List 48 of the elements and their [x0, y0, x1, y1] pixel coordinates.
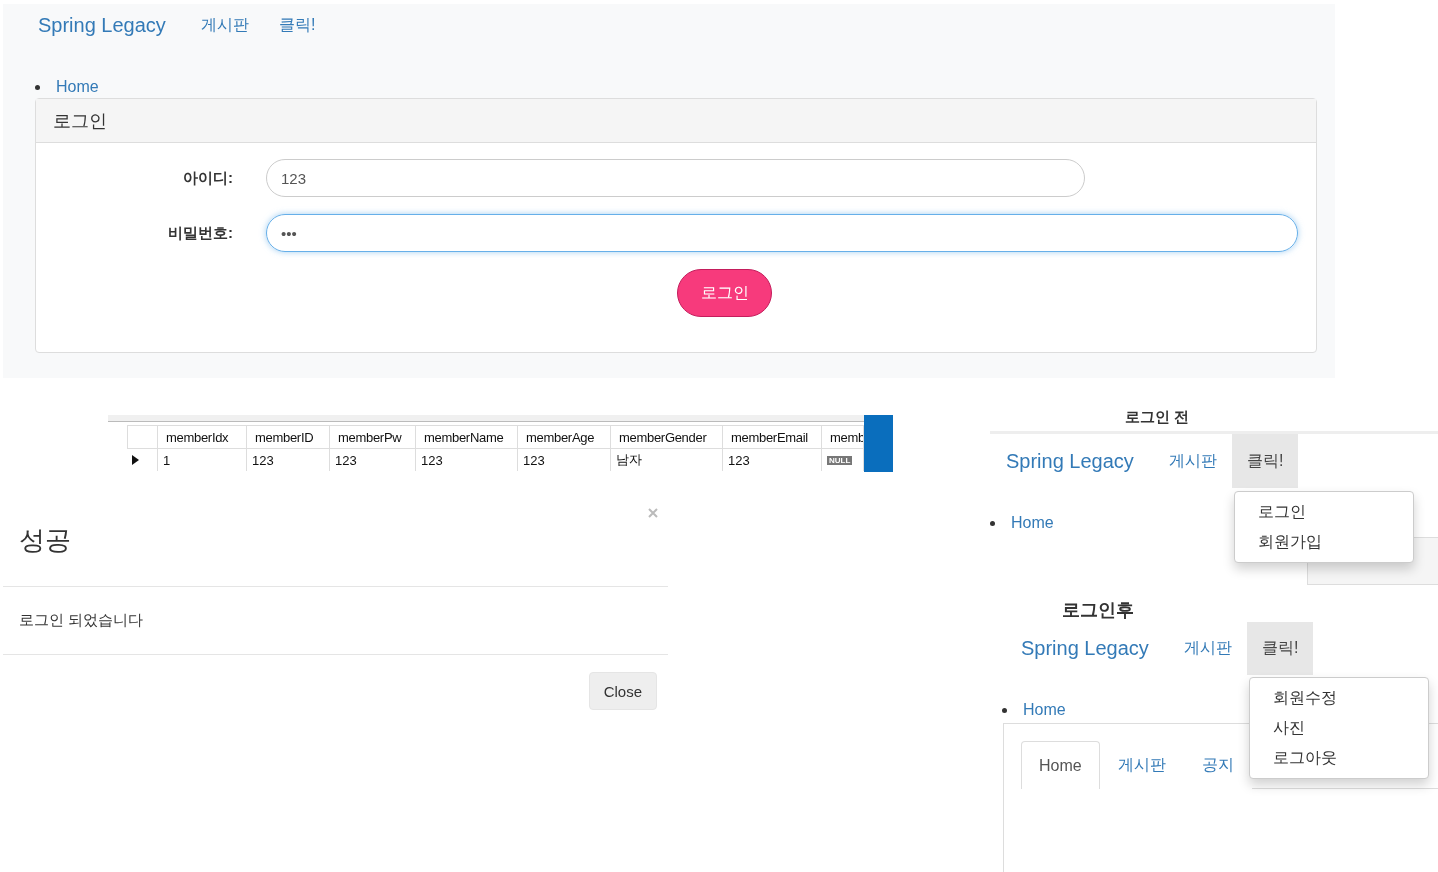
table-cell: 123 [523, 452, 545, 468]
column-header: memberPw [330, 425, 416, 449]
field-label: 아이디: [182, 168, 233, 188]
field-label: 비밀번호: [167, 223, 233, 243]
section-heading: 로그인 전 [1124, 406, 1191, 427]
menu-item[interactable]: 회원가입 [1235, 527, 1413, 557]
bullet-icon [1002, 707, 1007, 713]
modal-title: 성공 [19, 523, 71, 557]
bullet-icon [990, 520, 995, 526]
table-cell: 남자 [616, 451, 642, 469]
section-heading: 로그인후 [1061, 599, 1135, 622]
column-header: memberGender [611, 425, 723, 449]
bullet-icon [35, 84, 40, 90]
table-cell: 123 [728, 452, 750, 468]
nav-link[interactable]: 클릭! [1231, 434, 1299, 488]
column-header: memberEmail [723, 425, 822, 449]
side-panel [864, 415, 893, 472]
modal-message: 로그인 되었습니다 [3, 587, 668, 655]
brand-link[interactable]: Spring Legacy [1021, 622, 1149, 675]
column-header: memberID [247, 425, 330, 449]
card-title: 로그인 [36, 99, 1316, 143]
column-header: memberIdx [158, 425, 247, 449]
nav-link[interactable]: 게시판 [185, 4, 264, 46]
home-link[interactable]: Home [1011, 514, 1054, 532]
nav-link[interactable]: 클릭! [263, 4, 331, 46]
null-badge: NULL [827, 455, 853, 465]
column-header: memberName [416, 425, 518, 449]
nav-link[interactable]: 게시판 [1168, 622, 1247, 675]
table-cell: 123 [335, 452, 357, 468]
nav-link[interactable]: 클릭! [1246, 622, 1314, 675]
brand-link[interactable]: Spring Legacy [1006, 434, 1134, 488]
menu-item[interactable]: 로그인 [1235, 497, 1413, 527]
row-pointer-icon [132, 455, 139, 465]
menu-item[interactable]: 회원수정 [1250, 683, 1428, 713]
login-button[interactable]: 로그인 [677, 269, 772, 317]
menu-item[interactable]: 사진 [1250, 713, 1428, 743]
tab[interactable]: Home [1021, 741, 1100, 789]
close-button[interactable]: Close [588, 672, 657, 710]
table-cell: 123 [421, 452, 443, 468]
table-cell: 123 [252, 452, 274, 468]
home-link[interactable]: Home [1023, 701, 1066, 719]
menu-item[interactable]: 로그아웃 [1250, 743, 1428, 773]
nav-link[interactable]: 게시판 [1153, 434, 1232, 488]
column-header: memberAge [518, 425, 611, 449]
home-link[interactable]: Home [56, 78, 99, 96]
table-cell: 1 [163, 452, 171, 468]
brand-link[interactable]: Spring Legacy [38, 4, 166, 46]
close-icon[interactable] [648, 508, 658, 518]
